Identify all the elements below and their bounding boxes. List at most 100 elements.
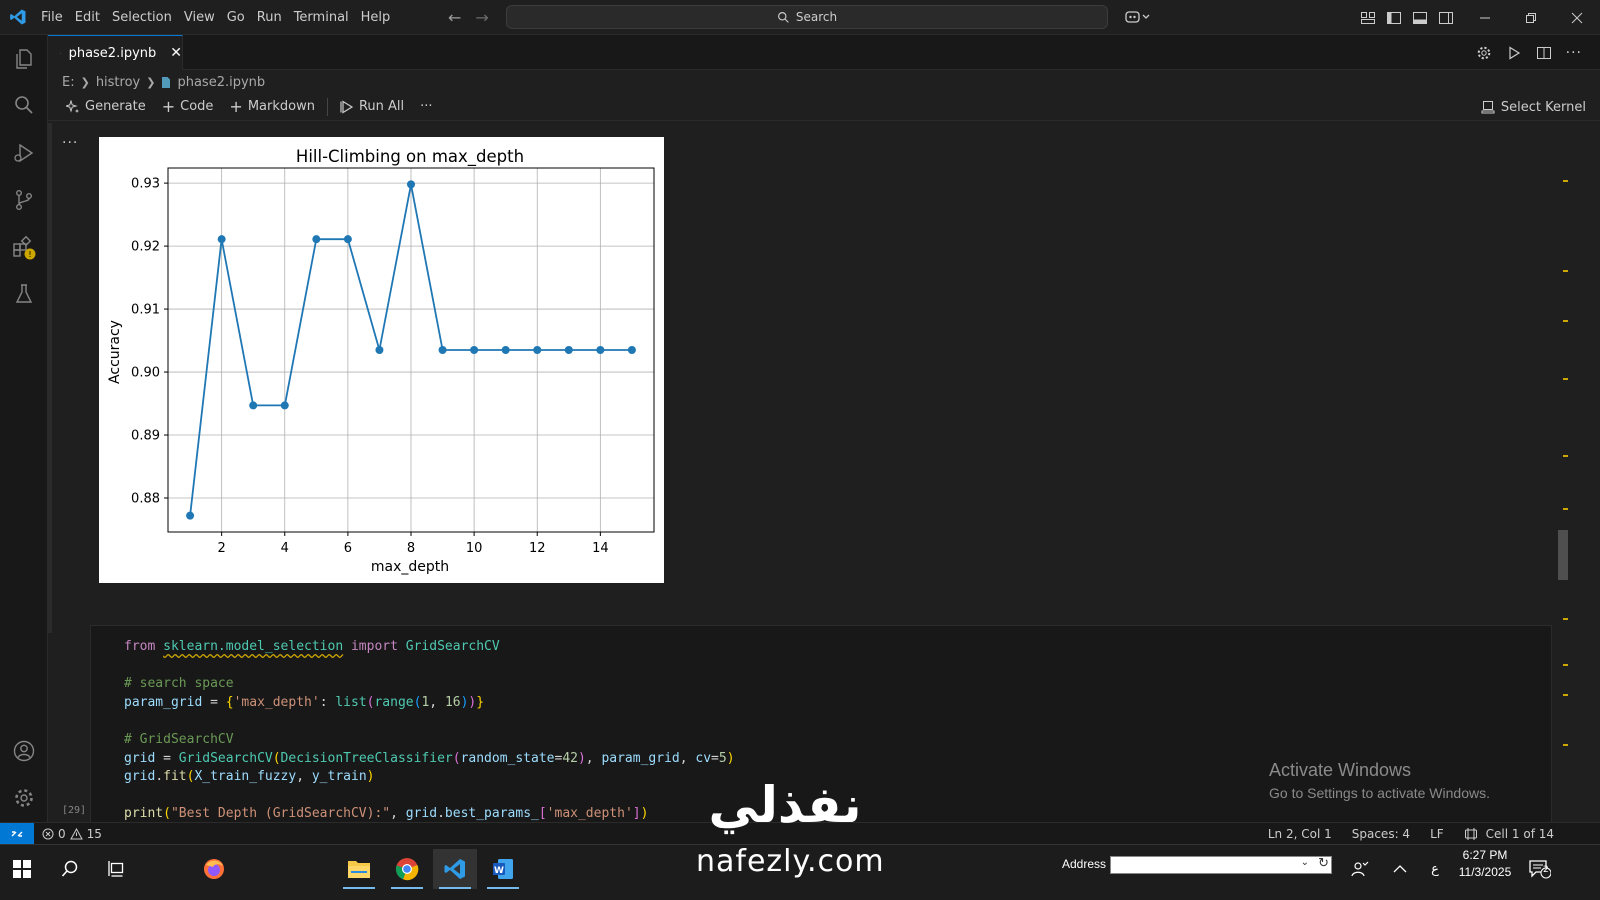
add-markdown-cell-button[interactable]: + Markdown: [221, 95, 323, 119]
testing-icon[interactable]: [0, 270, 48, 318]
generate-button[interactable]: Generate: [58, 95, 154, 119]
close-icon[interactable]: [1554, 0, 1600, 35]
breadcrumb-drive[interactable]: E:: [62, 75, 75, 90]
more-toolbar-actions[interactable]: ···: [412, 95, 440, 119]
forward-arrow-icon[interactable]: →: [475, 8, 488, 27]
code-editor[interactable]: from sklearn.model_selection import Grid…: [124, 638, 735, 824]
tab-bar: phase2.ipynb ✕ ···: [48, 35, 1600, 70]
extensions-icon[interactable]: !: [0, 224, 48, 272]
output-actions-icon[interactable]: ···: [62, 135, 78, 151]
chevron-down-icon[interactable]: ⌄: [1301, 857, 1309, 868]
back-arrow-icon[interactable]: ←: [448, 8, 461, 27]
code-label: Code: [180, 99, 214, 114]
minimap-warning-mark: [1563, 508, 1568, 510]
show-hidden-icons-button[interactable]: [1380, 849, 1420, 889]
task-view-button[interactable]: [95, 849, 139, 889]
people-button[interactable]: [1340, 849, 1380, 889]
toggle-panel-icon[interactable]: [1412, 10, 1428, 26]
minimap-warning-mark: [1563, 618, 1568, 620]
sparkle-icon: [66, 99, 79, 113]
explorer-icon[interactable]: [0, 35, 48, 83]
folder-icon: [348, 861, 370, 878]
vertical-scrollbar-thumb[interactable]: [1558, 530, 1568, 580]
indentation[interactable]: Spaces: 4: [1352, 827, 1410, 841]
accounts-icon[interactable]: [0, 727, 48, 775]
code-line-6: grid.fit(X_train_fuzzy, y_train): [124, 769, 375, 785]
menu-terminal[interactable]: Terminal: [288, 0, 355, 35]
markdown-label: Markdown: [247, 99, 315, 114]
title-bar: File Edit Selection View Go Run Terminal…: [0, 0, 1600, 35]
y-tick-label: 0.92: [131, 240, 160, 255]
chevron-right-icon: ❯: [80, 75, 90, 89]
y-axis-label: Accuracy: [107, 320, 123, 384]
nafezly-watermark: نفذلي nafezly.com: [690, 776, 890, 886]
toggle-secondary-sidebar-icon[interactable]: [1438, 10, 1454, 26]
data-point: [438, 346, 447, 354]
word-taskbar-item[interactable]: W: [481, 849, 525, 889]
run-all-button[interactable]: Run All: [332, 95, 412, 119]
more-actions-icon[interactable]: ···: [1566, 45, 1582, 61]
menu-selection[interactable]: Selection: [106, 0, 178, 35]
vscode-taskbar-item[interactable]: [433, 849, 477, 889]
run-and-debug-icon[interactable]: [0, 129, 48, 177]
source-control-icon[interactable]: [0, 176, 48, 224]
refresh-icon[interactable]: ↻: [1318, 856, 1329, 871]
toggle-primary-sidebar-icon[interactable]: [1386, 10, 1402, 26]
system-clock[interactable]: 6:27 PM 11/3/2025: [1452, 847, 1518, 881]
ellipsis-icon: ···: [420, 99, 433, 114]
data-point: [249, 401, 258, 410]
breadcrumb-file[interactable]: phase2.ipynb: [177, 75, 265, 90]
menu-run[interactable]: Run: [251, 0, 288, 35]
split-editor-icon[interactable]: [1536, 45, 1552, 61]
input-language[interactable]: ع: [1418, 849, 1452, 889]
customize-layout-icon[interactable]: [1360, 10, 1376, 26]
search-placeholder: Search: [795, 10, 838, 24]
notebook-settings-gear-icon[interactable]: [1476, 45, 1492, 61]
tab-phase2-ipynb[interactable]: phase2.ipynb ✕: [48, 35, 183, 70]
cell-indicator[interactable]: Cell 1 of 14: [1464, 827, 1554, 841]
minimize-icon[interactable]: [1462, 0, 1508, 35]
remote-indicator[interactable]: [0, 822, 34, 845]
editor-actions: ···: [1476, 35, 1582, 70]
settings-gear-icon[interactable]: [0, 774, 48, 822]
address-input[interactable]: ⌄ ↻: [1110, 856, 1332, 874]
command-center-search[interactable]: Search: [506, 5, 1108, 29]
breadcrumb-folder[interactable]: histroy: [96, 75, 140, 90]
file-explorer-taskbar-item[interactable]: [337, 849, 381, 889]
menu-view[interactable]: View: [178, 0, 221, 35]
plus-icon: +: [161, 97, 176, 116]
menu-go[interactable]: Go: [221, 0, 251, 35]
copilot-button[interactable]: [1120, 6, 1154, 28]
status-bar-right: Ln 2, Col 1 Spaces: 4 LF Cell 1 of 14: [1268, 823, 1554, 845]
add-code-cell-button[interactable]: + Code: [154, 95, 222, 119]
kernel-icon: [1481, 101, 1495, 114]
problems-indicator[interactable]: 0 15: [34, 827, 102, 841]
y-tick-label: 0.91: [131, 303, 160, 318]
end-of-line[interactable]: LF: [1430, 827, 1444, 841]
menu-file[interactable]: File: [35, 0, 69, 35]
tab-close-icon[interactable]: ✕: [170, 45, 182, 61]
windows-logo-icon: [13, 860, 31, 878]
run-icon[interactable]: [1506, 45, 1522, 61]
code-line-5: grid = GridSearchCV(DecisionTreeClassifi…: [124, 750, 735, 766]
menu-help[interactable]: Help: [355, 0, 397, 35]
warning-icon: [69, 827, 83, 839]
taskbar-search-button[interactable]: [48, 849, 92, 889]
y-tick-label: 0.90: [131, 366, 160, 381]
start-button[interactable]: [0, 849, 44, 889]
search-icon[interactable]: [0, 81, 48, 129]
select-kernel-button[interactable]: Select Kernel: [1481, 95, 1586, 119]
window-controls: [1462, 0, 1600, 35]
restore-icon[interactable]: [1508, 0, 1554, 35]
firefox-taskbar-item[interactable]: [192, 849, 236, 889]
chrome-taskbar-item[interactable]: [385, 849, 429, 889]
notebook-toolbar: Generate + Code + Markdown Run All ···: [48, 93, 1600, 121]
cursor-position[interactable]: Ln 2, Col 1: [1268, 827, 1332, 841]
notifications-button[interactable]: 2: [1520, 849, 1560, 889]
menu-edit[interactable]: Edit: [69, 0, 106, 35]
y-tick-label: 0.89: [131, 429, 160, 444]
search-icon: [777, 11, 789, 23]
search-icon: [61, 860, 78, 877]
cell-count: Cell 1 of 14: [1485, 827, 1554, 841]
